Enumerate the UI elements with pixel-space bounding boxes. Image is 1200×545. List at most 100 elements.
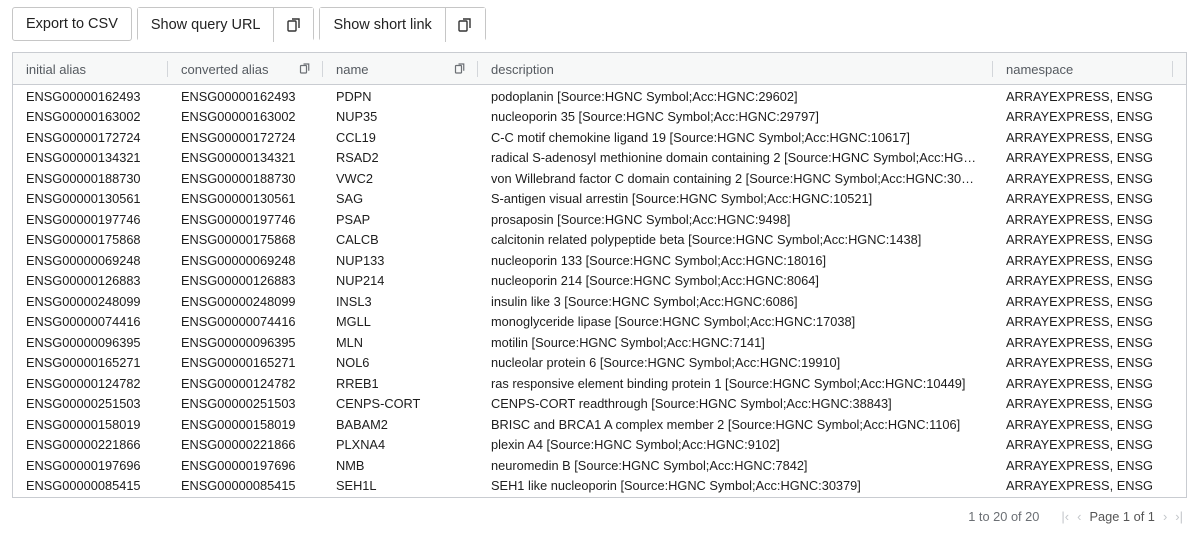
cell-converted-alias[interactable]: ENSG00000172724 [168, 130, 323, 145]
cell-description[interactable]: podoplanin [Source:HGNC Symbol;Acc:HGNC:… [478, 89, 993, 104]
cell-converted-alias[interactable]: ENSG00000162493 [168, 89, 323, 104]
cell-name[interactable]: MGLL [323, 314, 478, 329]
cell-namespace[interactable]: ARRAYEXPRESS, ENSG [993, 355, 1173, 370]
cell-description[interactable]: motilin [Source:HGNC Symbol;Acc:HGNC:714… [478, 335, 993, 350]
cell-initial-alias[interactable]: ENSG00000124782 [13, 376, 168, 391]
cell-name[interactable]: SEH1L [323, 478, 478, 493]
last-page-icon[interactable]: ›| [1175, 509, 1183, 524]
cell-initial-alias[interactable]: ENSG00000163002 [13, 109, 168, 124]
cell-initial-alias[interactable]: ENSG00000251503 [13, 396, 168, 411]
cell-initial-alias[interactable]: ENSG00000188730 [13, 171, 168, 186]
cell-description[interactable]: nucleoporin 214 [Source:HGNC Symbol;Acc:… [478, 273, 993, 288]
table-row[interactable]: ENSG00000197746 ENSG00000197746 PSAP prosap… [13, 209, 1186, 230]
cell-namespace[interactable]: ARRAYEXPRESS, ENSG [993, 417, 1173, 432]
cell-converted-alias[interactable]: ENSG00000165271 [168, 355, 323, 370]
table-row[interactable]: ENSG00000172724 ENSG00000172724 CCL19 C-C m… [13, 127, 1186, 148]
cell-initial-alias[interactable]: ENSG00000096395 [13, 335, 168, 350]
cell-converted-alias[interactable]: ENSG00000134321 [168, 150, 323, 165]
cell-initial-alias[interactable]: ENSG00000197696 [13, 458, 168, 473]
cell-description[interactable]: von Willebrand factor C domain containin… [478, 171, 993, 186]
cell-name[interactable]: RREB1 [323, 376, 478, 391]
cell-description[interactable]: S-antigen visual arrestin [Source:HGNC S… [478, 191, 993, 206]
copy-query-url-button[interactable] [273, 8, 314, 42]
cell-name[interactable]: CALCB [323, 232, 478, 247]
cell-converted-alias[interactable]: ENSG00000251503 [168, 396, 323, 411]
cell-name[interactable]: PLXNA4 [323, 437, 478, 452]
cell-namespace[interactable]: ARRAYEXPRESS, ENSG [993, 130, 1173, 145]
cell-converted-alias[interactable]: ENSG00000074416 [168, 314, 323, 329]
table-row[interactable]: ENSG00000134321 ENSG00000134321 RSAD2 radic… [13, 148, 1186, 169]
cell-name[interactable]: NUP214 [323, 273, 478, 288]
cell-converted-alias[interactable]: ENSG00000096395 [168, 335, 323, 350]
cell-initial-alias[interactable]: ENSG00000197746 [13, 212, 168, 227]
cell-converted-alias[interactable]: ENSG00000124782 [168, 376, 323, 391]
cell-namespace[interactable]: ARRAYEXPRESS, ENSG [993, 396, 1173, 411]
cell-name[interactable]: CENPS-CORT [323, 396, 478, 411]
cell-initial-alias[interactable]: ENSG00000158019 [13, 417, 168, 432]
table-row[interactable]: ENSG00000175868 ENSG00000175868 CALCB calci… [13, 230, 1186, 251]
previous-page-icon[interactable]: ‹ [1077, 509, 1081, 524]
cell-description[interactable]: plexin A4 [Source:HGNC Symbol;Acc:HGNC:9… [478, 437, 993, 452]
cell-initial-alias[interactable]: ENSG00000069248 [13, 253, 168, 268]
cell-namespace[interactable]: ARRAYEXPRESS, ENSG [993, 376, 1173, 391]
cell-description[interactable]: calcitonin related polypeptide beta [Sou… [478, 232, 993, 247]
cell-converted-alias[interactable]: ENSG00000085415 [168, 478, 323, 493]
table-row[interactable]: ENSG00000069248 ENSG00000069248 NUP133 nucl… [13, 250, 1186, 271]
table-row[interactable]: ENSG00000158019 ENSG00000158019 BABAM2 BRIS… [13, 414, 1186, 435]
cell-namespace[interactable]: ARRAYEXPRESS, ENSG [993, 294, 1173, 309]
cell-converted-alias[interactable]: ENSG00000188730 [168, 171, 323, 186]
column-header-name[interactable]: name [323, 53, 478, 85]
column-header-description[interactable]: description [478, 53, 993, 85]
cell-converted-alias[interactable]: ENSG00000221866 [168, 437, 323, 452]
cell-name[interactable]: CCL19 [323, 130, 478, 145]
cell-converted-alias[interactable]: ENSG00000163002 [168, 109, 323, 124]
cell-description[interactable]: neuromedin B [Source:HGNC Symbol;Acc:HGN… [478, 458, 993, 473]
cell-converted-alias[interactable]: ENSG00000126883 [168, 273, 323, 288]
table-row[interactable]: ENSG00000163002 ENSG00000163002 NUP35 nucle… [13, 107, 1186, 128]
cell-initial-alias[interactable]: ENSG00000175868 [13, 232, 168, 247]
cell-description[interactable]: nucleolar protein 6 [Source:HGNC Symbol;… [478, 355, 993, 370]
table-row[interactable]: ENSG00000165271 ENSG00000165271 NOL6 nucleo… [13, 353, 1186, 374]
table-row[interactable]: ENSG00000124782 ENSG00000124782 RREB1 ras r… [13, 373, 1186, 394]
cell-description[interactable]: nucleoporin 35 [Source:HGNC Symbol;Acc:H… [478, 109, 993, 124]
table-row[interactable]: ENSG00000126883 ENSG00000126883 NUP214 nucl… [13, 271, 1186, 292]
table-row[interactable]: ENSG00000248099 ENSG00000248099 INSL3 insul… [13, 291, 1186, 312]
cell-description[interactable]: BRISC and BRCA1 A complex member 2 [Sour… [478, 417, 993, 432]
cell-namespace[interactable]: ARRAYEXPRESS, ENSG [993, 212, 1173, 227]
table-row[interactable]: ENSG00000162493 ENSG00000162493 PDPN podopl… [13, 86, 1186, 107]
cell-namespace[interactable]: ARRAYEXPRESS, ENSG [993, 273, 1173, 288]
cell-description[interactable]: nucleoporin 133 [Source:HGNC Symbol;Acc:… [478, 253, 993, 268]
cell-namespace[interactable]: ARRAYEXPRESS, ENSG [993, 191, 1173, 206]
cell-initial-alias[interactable]: ENSG00000130561 [13, 191, 168, 206]
next-page-icon[interactable]: › [1163, 509, 1167, 524]
copy-column-button[interactable] [454, 62, 466, 78]
table-row[interactable]: ENSG00000096395 ENSG00000096395 MLN motilin… [13, 332, 1186, 353]
cell-initial-alias[interactable]: ENSG00000165271 [13, 355, 168, 370]
table-row[interactable]: ENSG00000085415 ENSG00000085415 SEH1L SEH1 … [13, 476, 1186, 497]
cell-initial-alias[interactable]: ENSG00000085415 [13, 478, 168, 493]
table-row[interactable]: ENSG00000188730 ENSG00000188730 VWC2 von Wi… [13, 168, 1186, 189]
cell-initial-alias[interactable]: ENSG00000162493 [13, 89, 168, 104]
column-header-initial-alias[interactable]: initial alias [13, 53, 168, 85]
cell-description[interactable]: SEH1 like nucleoporin [Source:HGNC Symbo… [478, 478, 993, 493]
cell-converted-alias[interactable]: ENSG00000197746 [168, 212, 323, 227]
cell-initial-alias[interactable]: ENSG00000134321 [13, 150, 168, 165]
cell-name[interactable]: SAG [323, 191, 478, 206]
cell-description[interactable]: prosaposin [Source:HGNC Symbol;Acc:HGNC:… [478, 212, 993, 227]
column-header-converted-alias[interactable]: converted alias [168, 53, 323, 85]
table-row[interactable]: ENSG00000074416 ENSG00000074416 MGLL monogl… [13, 312, 1186, 333]
column-resize-handle[interactable] [1172, 61, 1173, 77]
cell-converted-alias[interactable]: ENSG00000158019 [168, 417, 323, 432]
cell-name[interactable]: PDPN [323, 89, 478, 104]
cell-initial-alias[interactable]: ENSG00000126883 [13, 273, 168, 288]
cell-converted-alias[interactable]: ENSG00000175868 [168, 232, 323, 247]
cell-description[interactable]: C-C motif chemokine ligand 19 [Source:HG… [478, 130, 993, 145]
cell-namespace[interactable]: ARRAYEXPRESS, ENSG [993, 437, 1173, 452]
cell-converted-alias[interactable]: ENSG00000130561 [168, 191, 323, 206]
cell-name[interactable]: RSAD2 [323, 150, 478, 165]
table-row[interactable]: ENSG00000197696 ENSG00000197696 NMB neurome… [13, 455, 1186, 476]
cell-name[interactable]: MLN [323, 335, 478, 350]
cell-name[interactable]: NUP133 [323, 253, 478, 268]
cell-description[interactable]: radical S-adenosyl methionine domain con… [478, 150, 993, 165]
table-row[interactable]: ENSG00000251503 ENSG00000251503 CENPS-CORT… [13, 394, 1186, 415]
